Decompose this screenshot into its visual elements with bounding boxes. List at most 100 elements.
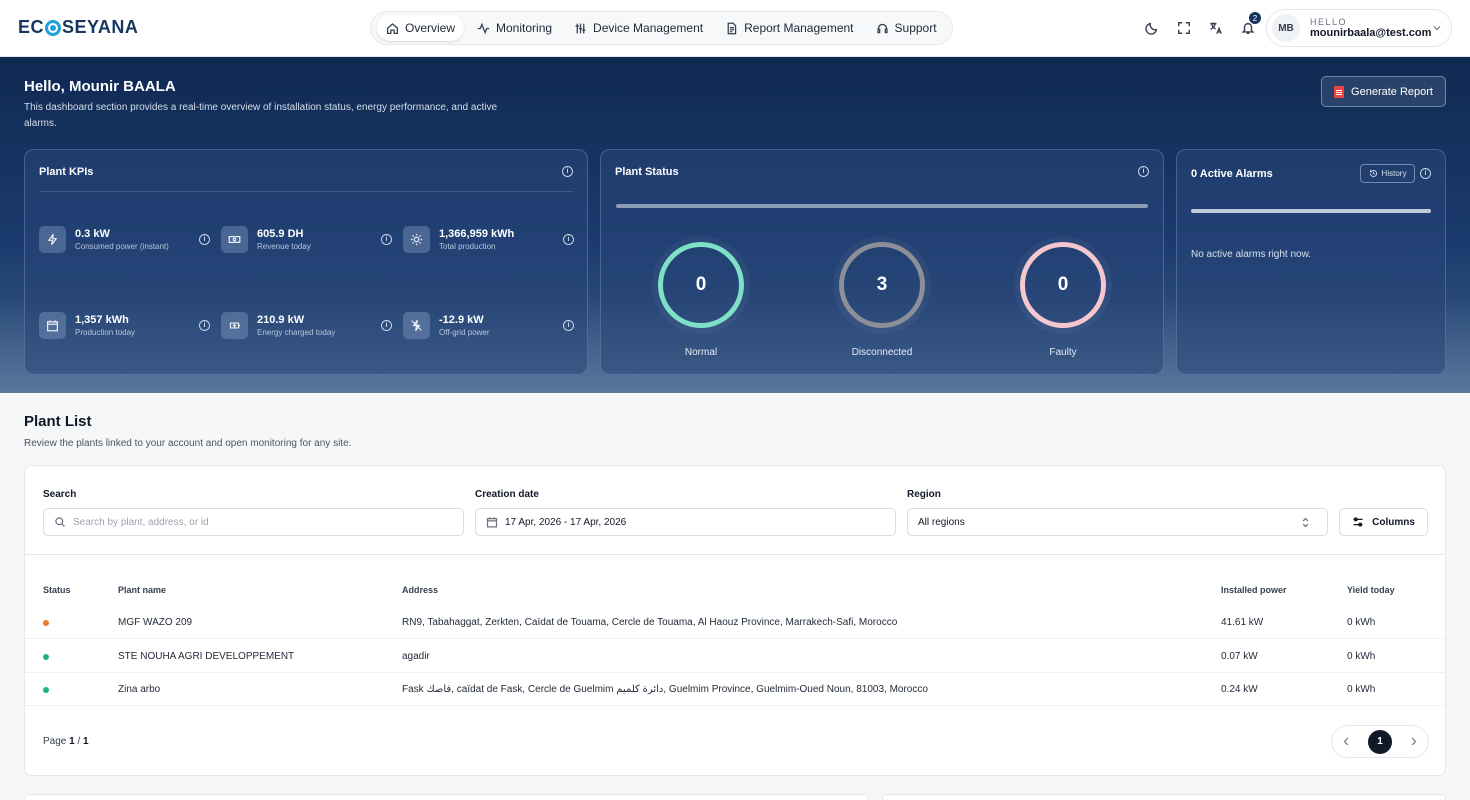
dark-mode-toggle[interactable] [1140,16,1164,40]
status-ring: 0 [1020,242,1106,328]
info-icon[interactable]: i [381,234,392,245]
header-tools: 2 [1140,12,1261,40]
kpi-production-today: 1,357 kWh Production today i [39,312,221,342]
off-grid-icon [411,319,422,332]
main-nav: Overview Monitoring Device Management Re… [370,11,953,45]
calendar-icon [486,517,498,528]
status-title: Plant Status [615,166,679,178]
calendar-icon [47,320,58,332]
language-button[interactable] [1204,16,1228,40]
fullscreen-icon [1178,22,1190,34]
nav-support[interactable]: Support [867,15,946,41]
document-icon [727,22,737,34]
divider [39,191,573,192]
home-icon [386,22,399,34]
status-faulty[interactable]: 0 Faulty [1013,242,1113,358]
plant-list-description: Review the plants linked to your account… [24,438,352,449]
notifications-button[interactable]: 2 [1236,12,1261,40]
alarms-title: 0 Active Alarms [1191,168,1273,180]
plant-list-panel: Search Search by plant, address, or id C… [24,465,1446,776]
region-label: Region [907,489,941,500]
status-dot [43,620,49,626]
brand-logo[interactable]: EC SEYANA [18,17,138,38]
sliders-icon [575,23,586,33]
creation-date-label: Creation date [475,489,539,500]
kpis-title: Plant KPIs [39,166,94,178]
plant-status-card: Plant Status i 0 Normal 3 Disconnected 0… [600,149,1164,375]
kpi-energy-charged: 210.9 kW Energy charged today i [221,312,403,342]
info-icon[interactable]: i [562,166,573,177]
info-icon[interactable]: i [199,320,210,331]
status-normal[interactable]: 0 Normal [651,242,751,358]
nav-overview[interactable]: Overview [377,15,465,41]
column-header-yield-today[interactable]: Yield today [1347,585,1395,595]
info-icon[interactable]: i [1138,166,1149,177]
status-ring: 3 [839,242,925,328]
headset-icon [876,23,888,33]
nav-monitoring[interactable]: Monitoring [468,15,561,41]
chevron-right-icon[interactable] [1408,736,1419,747]
moon-icon [1145,22,1158,35]
top-navigation-bar: EC SEYANA Overview Monitoring Device Mana… [0,0,1470,57]
plant-list-title: Plant List [24,413,92,430]
column-header-status[interactable]: Status [43,585,71,595]
history-icon [1369,169,1377,177]
nav-device-management[interactable]: Device Management [565,15,712,41]
status-disconnected[interactable]: 3 Disconnected [832,242,932,358]
kpi-off-grid-power: -12.9 kW Off-grid power i [403,312,585,342]
alarm-history-button[interactable]: History [1360,164,1415,183]
pagination: 1 [1331,725,1429,758]
notification-count-badge: 2 [1249,12,1261,24]
table-row[interactable]: Zina arbo Fask فاصك, caïdat de Fask, Cer… [25,673,1445,706]
cash-icon [228,236,241,243]
pdf-file-icon [1334,85,1345,98]
divider [25,554,1445,555]
table-row[interactable]: STE NOUHA AGRI DEVELOPPEMENT agadir 0.07… [25,640,1445,673]
avatar: MB [1272,14,1300,42]
info-icon[interactable]: i [563,234,574,245]
user-email: mounirbaala@test.com [1310,27,1432,39]
status-ring: 0 [658,242,744,328]
user-menu[interactable]: MB HELLO mounirbaala@test.com [1266,9,1452,47]
user-greeting: HELLO [1310,17,1348,27]
status-progress-bar [616,204,1148,208]
generate-report-button[interactable]: Generate Report [1321,76,1446,107]
status-dot [43,687,49,693]
info-icon[interactable]: i [199,234,210,245]
columns-button[interactable]: Columns [1339,508,1428,536]
nav-report-management[interactable]: Report Management [716,15,862,41]
region-select[interactable]: All regions [907,508,1328,536]
info-icon[interactable]: i [1420,168,1431,179]
kpi-revenue-today: 605.9 DH Revenue today i [221,226,403,256]
dashboard-hero: Hello, Mounir BAALA This dashboard secti… [0,57,1470,393]
greeting-title: Hello, Mounir BAALA [24,78,176,95]
sun-icon [410,233,423,246]
alarm-progress-bar [1191,209,1431,213]
info-icon[interactable]: i [381,320,392,331]
table-row[interactable]: MGF WAZO 209 RN9, Tabahaggat, Zerkten, C… [25,606,1445,639]
search-icon [55,517,65,527]
column-header-plant-name[interactable]: Plant name [118,585,166,595]
lightning-icon [47,233,58,246]
kpi-consumed-power: 0.3 kW Consumed power (instant) i [39,226,221,256]
active-alarms-card: 0 Active Alarms History i No active alar… [1176,149,1446,375]
plant-kpis-card: Plant KPIs i 0.3 kW Consumed power (inst… [24,149,588,375]
translate-icon [1210,22,1222,34]
search-label: Search [43,489,77,500]
logo-mark-icon [45,19,62,36]
chevron-left-icon[interactable] [1341,736,1352,747]
info-icon[interactable]: i [563,320,574,331]
creation-date-picker[interactable]: 17 Apr, 2026 - 17 Apr, 2026 [475,508,896,536]
status-dot [43,654,49,660]
fullscreen-button[interactable] [1172,16,1196,40]
bottom-card [24,794,869,800]
sliders-icon [1353,517,1363,527]
column-header-address[interactable]: Address [402,585,438,595]
hero-description: This dashboard section provides a real-t… [24,102,498,129]
battery-charge-icon [229,322,240,329]
alarms-empty-message: No active alarms right now. [1191,249,1312,260]
page-button[interactable]: 1 [1368,729,1392,754]
search-input[interactable]: Search by plant, address, or id [43,508,464,536]
column-header-installed-power[interactable]: Installed power [1221,585,1287,595]
chevron-down-icon [1433,26,1441,31]
